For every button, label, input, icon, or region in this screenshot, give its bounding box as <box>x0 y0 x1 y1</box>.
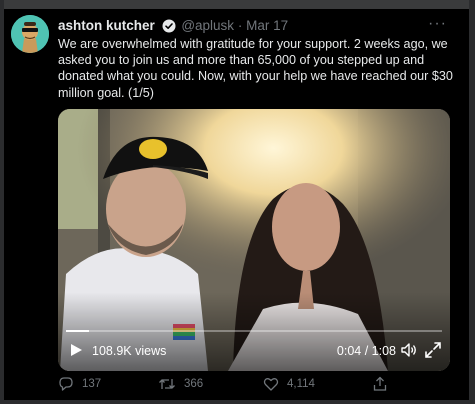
separator-dot: · <box>237 18 243 33</box>
retweet-icon <box>158 376 176 392</box>
video-time: 0:04 / 1:08 <box>336 344 396 358</box>
author-name[interactable]: ashton kutcher <box>58 18 155 33</box>
retweet-count: 366 <box>184 378 204 390</box>
retweet-button[interactable]: 366 <box>158 376 203 392</box>
video-progress-bar[interactable] <box>66 330 442 332</box>
share-button[interactable] <box>372 376 388 392</box>
window-right-edge <box>469 0 475 404</box>
author-handle[interactable]: @aplusk <box>181 18 234 33</box>
author-avatar[interactable] <box>11 15 49 53</box>
like-count: 4,114 <box>287 378 315 390</box>
tweet-date[interactable]: Mar 17 <box>246 18 288 33</box>
window-left-edge <box>0 0 4 404</box>
window-top-edge <box>0 0 475 9</box>
more-icon[interactable]: ··· <box>428 15 447 33</box>
video-progress-fill <box>66 330 89 332</box>
reply-count: 137 <box>82 378 102 390</box>
tweet-text: We are overwhelmed with gratitude for yo… <box>58 37 453 100</box>
fullscreen-icon[interactable] <box>424 341 442 364</box>
like-icon <box>263 376 279 392</box>
like-button[interactable]: 4,114 <box>263 376 315 392</box>
play-icon[interactable] <box>68 342 84 363</box>
volume-icon[interactable] <box>400 342 418 363</box>
window-bottom-edge <box>0 400 475 404</box>
reply-icon <box>58 376 74 392</box>
tweet-actions: 137 366 4,114 <box>58 376 438 396</box>
share-icon <box>372 376 388 392</box>
tweet-header: ashton kutcher @aplusk · Mar 17 <box>58 18 288 37</box>
video-player[interactable]: 108.9K views 0:04 / 1:08 <box>58 109 450 371</box>
reply-button[interactable]: 137 <box>58 376 101 392</box>
verified-badge-icon <box>162 19 176 37</box>
video-views: 108.9K views <box>92 344 167 358</box>
